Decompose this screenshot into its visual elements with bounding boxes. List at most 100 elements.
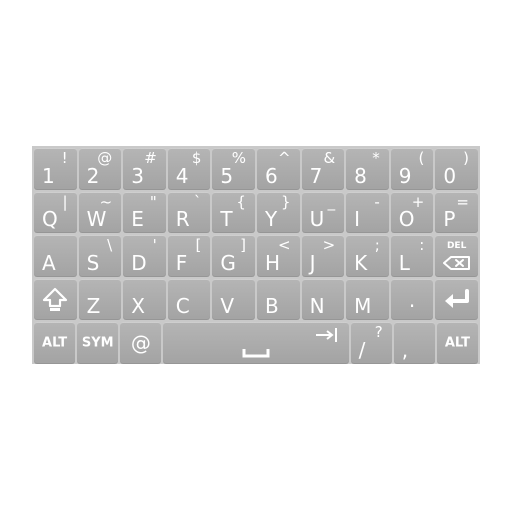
key-s[interactable]: S \ [78, 235, 122, 277]
key-1[interactable]: 1! [34, 148, 77, 190]
key-main-label: P [443, 207, 456, 232]
key-alt-label: ( [418, 149, 425, 167]
key-alt-label: - [374, 192, 380, 211]
key-m[interactable]: M [346, 278, 389, 321]
key-main-label: ALT [444, 335, 470, 351]
key-period[interactable]: . [390, 278, 434, 321]
key-comma[interactable]: , [393, 322, 435, 364]
key-3[interactable]: 3 # [123, 148, 166, 190]
key-alt-label: ; [374, 236, 380, 255]
key-main-label: Y [264, 207, 278, 232]
key-main-label: U [309, 207, 325, 232]
key-j[interactable]: J > [301, 235, 345, 277]
key-a[interactable]: A [34, 235, 77, 277]
key-alt-label: { [236, 192, 246, 211]
key-alt-label: ^ [277, 149, 291, 167]
keyboard-row-bottom-letters: Z X C V B N M . [34, 278, 478, 321]
key-main-label: K [354, 250, 368, 275]
key-5[interactable]: 5% [212, 148, 255, 190]
key-l[interactable]: L: [390, 235, 434, 277]
key-alt-label: = [456, 192, 469, 211]
key-w[interactable]: W ~ [78, 191, 122, 234]
key-u[interactable]: U _ [301, 191, 345, 234]
key-alt-label: ] [240, 236, 246, 255]
key-main-label: V [220, 294, 235, 319]
keyboard-row-qwerty: Q | W ~ E " R ` T{ Y} U _ I- O + P = [34, 191, 478, 234]
key-p[interactable]: P = [435, 191, 478, 234]
key-d[interactable]: D ' [123, 235, 166, 277]
key-alt-label: [ [195, 236, 202, 255]
key-r[interactable]: R ` [167, 191, 211, 234]
key-main-label: / [358, 337, 366, 362]
key-f[interactable]: F[ [167, 235, 211, 277]
key-i[interactable]: I- [346, 191, 389, 234]
key-enter[interactable] [435, 278, 478, 321]
key-main-label: A [42, 250, 56, 275]
key-c[interactable]: C [167, 278, 211, 321]
key-y[interactable]: Y} [256, 191, 300, 234]
key-main-label: . [408, 287, 416, 312]
key-space[interactable] [163, 322, 349, 364]
key-g[interactable]: G] [212, 235, 255, 277]
key-main-label: H [264, 250, 281, 275]
key-alt-label: > [322, 236, 336, 255]
key-x[interactable]: X [123, 278, 166, 321]
key-alt-label: ~ [99, 192, 113, 211]
key-0[interactable]: 0) [435, 148, 478, 190]
key-main-label: C [175, 294, 190, 319]
tab-icon [315, 328, 337, 343]
key-alt-right[interactable]: ALT [436, 322, 478, 364]
key-main-label: ALT [42, 335, 68, 351]
key-main-label: 7 [309, 163, 323, 188]
key-main-label: W [86, 207, 107, 232]
key-delete[interactable]: DEL [435, 235, 478, 277]
key-n[interactable]: N [301, 278, 345, 321]
key-v[interactable]: V [212, 278, 255, 321]
key-shift[interactable] [34, 278, 77, 321]
key-alt-label: @ [97, 149, 113, 167]
key-z[interactable]: Z [78, 278, 122, 321]
key-at[interactable]: @ [120, 322, 162, 364]
key-alt-label: | [62, 192, 68, 211]
key-main-label: X [131, 294, 145, 319]
key-main-label: S [86, 250, 100, 275]
key-main-label: , [401, 337, 409, 362]
key-main-label: L [398, 250, 410, 275]
key-alt-label: ) [463, 149, 469, 167]
key-main-label: B [264, 294, 279, 319]
key-alt-label: _ [327, 192, 336, 211]
keyboard-row-numbers: 1! 2 @ 3 # 4 $ 5% 6 ^ 7 & 8 * 9( 0) [34, 148, 478, 190]
key-6[interactable]: 6 ^ [256, 148, 300, 190]
key-main-label: D [131, 250, 147, 275]
key-main-label: M [354, 294, 372, 319]
key-sym[interactable]: SYM [77, 322, 119, 364]
key-main-label: 2 [86, 163, 100, 188]
key-main-label: T [220, 207, 233, 232]
key-8[interactable]: 8 * [346, 148, 389, 190]
key-alt-label: : [419, 236, 425, 255]
key-7[interactable]: 7 & [301, 148, 345, 190]
key-main-label: @ [130, 331, 151, 356]
key-4[interactable]: 4 $ [167, 148, 211, 190]
key-q[interactable]: Q | [34, 191, 77, 234]
key-alt-label: } [281, 192, 291, 211]
key-alt-left[interactable]: ALT [34, 322, 76, 364]
key-main-label: 8 [354, 163, 367, 188]
key-alt-label: % [231, 149, 246, 167]
key-alt-label: < [277, 236, 291, 255]
key-9[interactable]: 9( [390, 148, 434, 190]
key-main-label: 5 [220, 163, 234, 188]
key-2[interactable]: 2 @ [78, 148, 122, 190]
key-h[interactable]: H < [256, 235, 300, 277]
key-b[interactable]: B [256, 278, 300, 321]
key-slash[interactable]: /? [350, 322, 392, 364]
key-main-label: R [175, 207, 190, 232]
key-o[interactable]: O + [390, 191, 434, 234]
key-main-label: 1 [42, 163, 55, 188]
key-t[interactable]: T{ [212, 191, 255, 234]
key-k[interactable]: K; [346, 235, 389, 277]
key-e[interactable]: E " [123, 191, 166, 234]
key-main-label: 4 [175, 163, 189, 188]
shift-icon [43, 287, 68, 311]
key-alt-label: " [149, 192, 157, 211]
